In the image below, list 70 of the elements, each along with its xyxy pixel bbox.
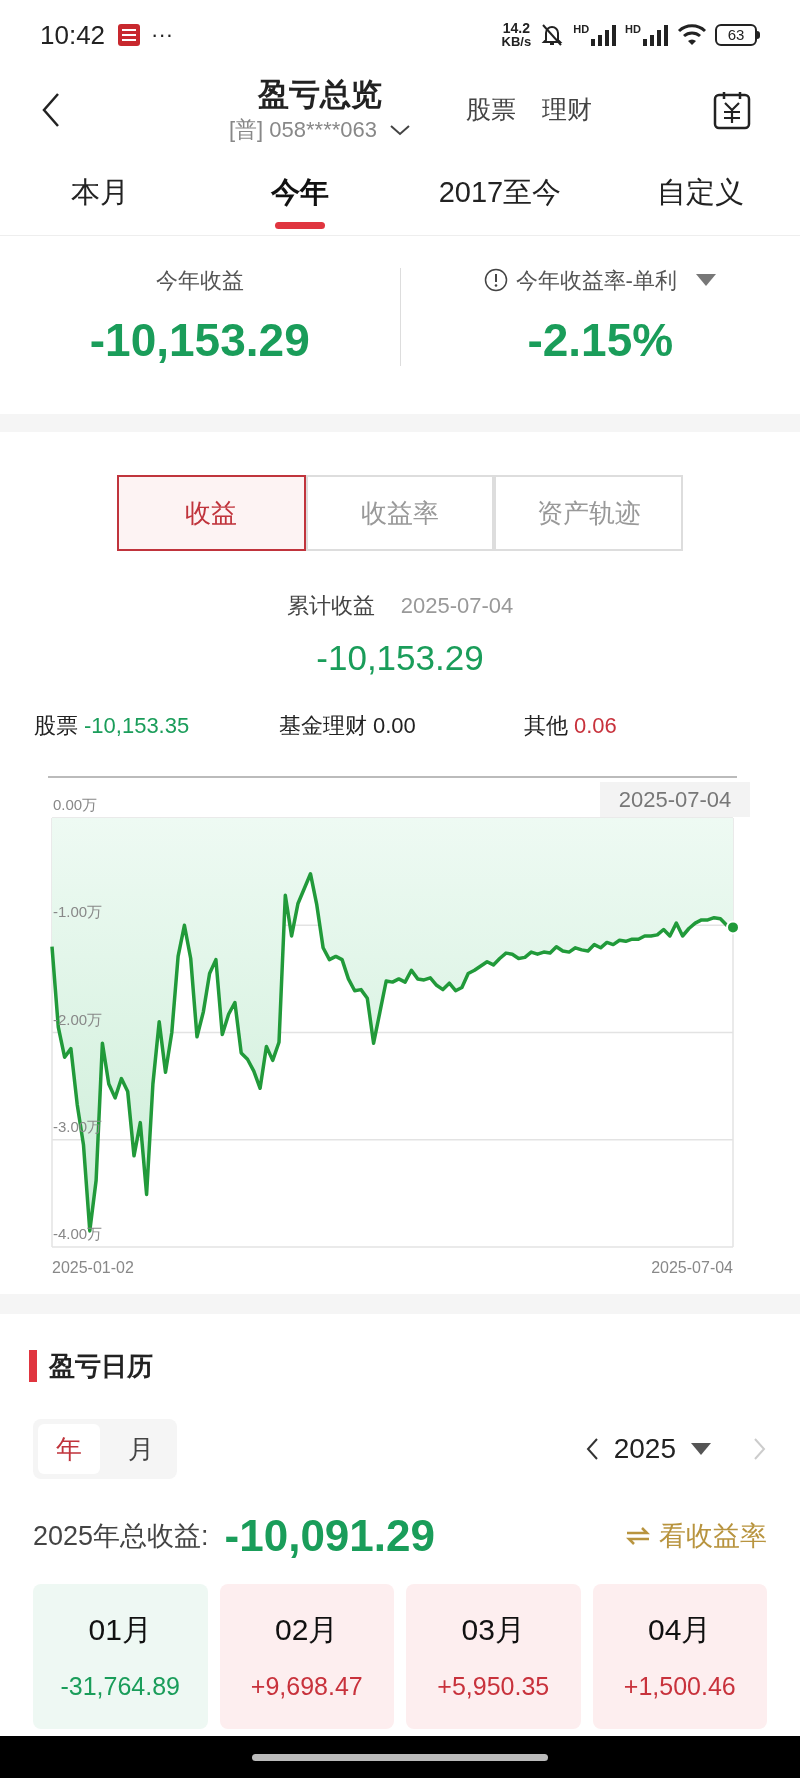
breakdown-label: 基金理财: [279, 711, 367, 740]
signal-icon: [591, 24, 618, 46]
month-label: 03月: [461, 1612, 525, 1649]
breakdown-label: 其他: [524, 711, 568, 740]
page-title: 盈亏总览: [258, 76, 382, 114]
y-axis-label: -1.00万: [53, 903, 103, 921]
summary-value: -10,153.29: [89, 313, 310, 368]
summary-label: 今年收益率-单利: [515, 266, 677, 295]
app-icon: [117, 23, 142, 47]
wifi-icon: [677, 23, 707, 47]
network-type-label: HD: [625, 24, 641, 35]
month-label: 01月: [88, 1612, 152, 1649]
network-speed-unit: KB/s: [501, 35, 532, 48]
back-icon[interactable]: [40, 92, 62, 128]
network-type-label: HD: [573, 24, 590, 35]
signal-icon: [643, 24, 669, 46]
chart-tab[interactable]: 收益: [117, 475, 306, 551]
year-selector[interactable]: 2025: [613, 1428, 676, 1470]
home-indicator[interactable]: [252, 1753, 548, 1761]
chart-end-point: [726, 920, 740, 935]
view-mode-tab[interactable]: 月: [110, 1424, 172, 1474]
view-mode-tab[interactable]: 年: [38, 1424, 100, 1474]
y-axis-label: 0.00万: [53, 796, 98, 813]
month-card[interactable]: 03月 +5,950.35: [406, 1584, 581, 1729]
header-link[interactable]: 理财: [542, 91, 592, 129]
more-indicator: ···: [151, 24, 174, 46]
chevron-down-icon[interactable]: [389, 124, 411, 136]
total-value: -10,091.29: [224, 1510, 435, 1562]
dropdown-triangle-icon[interactable]: [690, 1442, 712, 1456]
section-marker: [29, 1350, 37, 1382]
network-speed-value: 14.2: [502, 22, 531, 35]
month-card[interactable]: 04月 +1,500.46: [592, 1584, 767, 1729]
cumulative-label: 累计收益: [286, 591, 375, 620]
month-card[interactable]: 01月 -31,764.89: [33, 1584, 208, 1729]
period-tab[interactable]: 自定义: [600, 150, 800, 235]
previous-icon[interactable]: [584, 1437, 600, 1461]
month-label: 04月: [648, 1612, 712, 1649]
month-value: -31,764.89: [60, 1671, 180, 1703]
month-label: 02月: [275, 1612, 339, 1649]
x-axis-label: 2025-07-04: [651, 1259, 733, 1276]
tab-indicator: [275, 222, 325, 229]
period-tab[interactable]: 今年: [200, 150, 400, 235]
month-card[interactable]: 02月 +9,698.47: [219, 1584, 394, 1729]
period-tab[interactable]: 2017至今: [400, 150, 600, 235]
battery-tip: [757, 31, 760, 39]
breakdown-value: 0.00: [373, 711, 416, 740]
calendar-yen-icon[interactable]: [712, 90, 752, 130]
info-icon[interactable]: [483, 268, 508, 292]
header-link[interactable]: 股票: [466, 91, 516, 129]
period-tab[interactable]: 本月: [0, 150, 200, 235]
total-label: 2025年总收益:: [33, 1519, 209, 1553]
battery-indicator: 63: [715, 24, 757, 46]
swap-icon: [625, 1526, 651, 1546]
account-number: [普] 058****063: [229, 116, 377, 144]
summary-label: 今年收益: [155, 266, 244, 295]
clock-time: 10:42: [40, 18, 106, 52]
month-value: +9,698.47: [250, 1671, 363, 1703]
month-value: +1,500.46: [623, 1671, 736, 1703]
x-axis-label: 2025-01-02: [52, 1259, 134, 1276]
breakdown-value: 0.06: [574, 711, 617, 740]
date-tooltip: 2025-07-04: [600, 782, 750, 817]
cumulative-value: -10,153.29: [316, 637, 484, 679]
month-value: +5,950.35: [437, 1671, 550, 1703]
breakdown-value: -10,153.35: [84, 711, 190, 740]
y-axis-label: -4.00万: [53, 1225, 103, 1242]
summary-value: -2.15%: [527, 313, 674, 368]
breakdown-label: 股票: [34, 711, 78, 740]
cumulative-date: 2025-07-04: [400, 591, 514, 620]
section-title: 盈亏日历: [49, 1349, 153, 1383]
dropdown-triangle-icon[interactable]: [694, 273, 717, 287]
